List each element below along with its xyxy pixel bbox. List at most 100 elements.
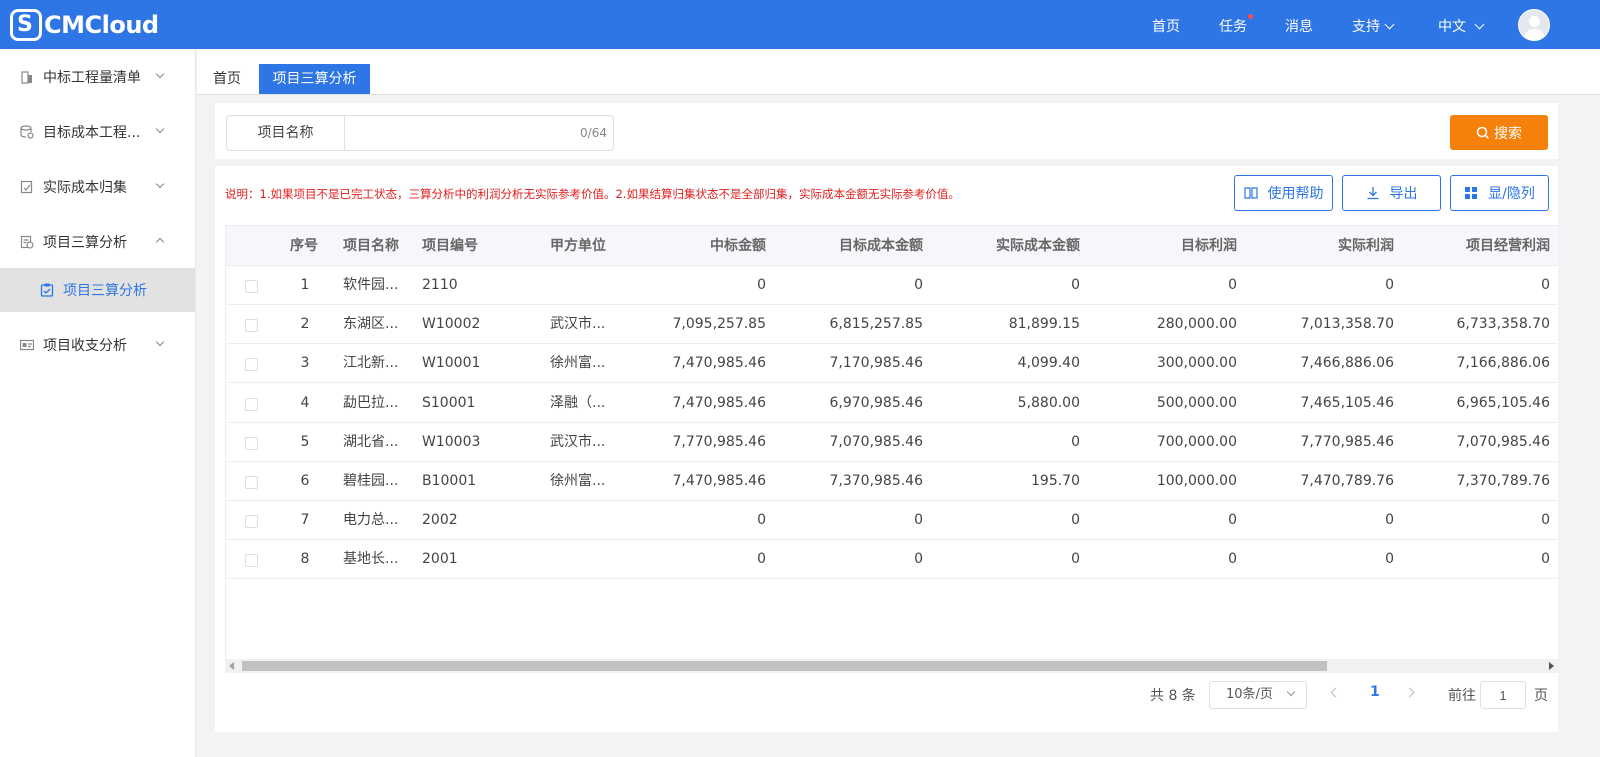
table-row[interactable]: 2 东湖区... W10002 武汉市... 7,095,257.85 6,815,257… <box>226 305 1558 345</box>
cell-operating-profit: 0 <box>1541 277 1550 293</box>
cell-actual-cost: 81,899.15 <box>1008 316 1080 333</box>
nav-messages[interactable]: 消息 <box>1285 16 1313 36</box>
row-checkbox[interactable] <box>245 476 258 489</box>
cell-actual-cost: 0 <box>1071 277 1080 293</box>
sidebar-item-label: 实际成本归集 <box>43 179 127 196</box>
submenu-item-label: 项目三算分析 <box>63 283 147 299</box>
id-card-icon <box>20 339 34 350</box>
scrollbar-thumb[interactable] <box>242 661 1327 671</box>
cell-actual-profit: 0 <box>1385 512 1394 529</box>
row-checkbox[interactable] <box>245 319 258 333</box>
cell-operating-profit: 0 <box>1541 551 1550 568</box>
sidebar-item-target-cost[interactable]: 目标成本工程... <box>0 104 195 159</box>
logo-mark-icon: S <box>10 9 42 41</box>
avatar[interactable] <box>1518 9 1550 41</box>
cell-project-name: 江北新... <box>343 355 399 372</box>
goto-page-input[interactable] <box>1480 681 1526 709</box>
cell-target-profit: 700,000.00 <box>1156 433 1237 450</box>
table-row[interactable]: 4 勐巴拉... S10001 泽融（... 7,470,985.46 6,970,985… <box>226 384 1558 423</box>
export-button[interactable]: 导出 <box>1342 175 1441 211</box>
chevron-up-icon <box>155 237 165 247</box>
search-button[interactable]: 搜索 <box>1450 115 1548 150</box>
notification-dot <box>1248 14 1253 19</box>
project-name-input[interactable] <box>346 116 566 150</box>
cell-index: 7 <box>300 512 310 529</box>
cell-operating-profit: 7,370,789.76 <box>1456 473 1550 489</box>
clipboard-check-icon <box>40 283 54 297</box>
col-header-actual-cost: 实际成本金额 <box>996 238 1080 254</box>
horizontal-scrollbar[interactable] <box>225 659 1558 673</box>
table-row[interactable]: 7 电力总... 2002 0 0 0 0 0 0 <box>226 501 1558 541</box>
row-checkbox[interactable] <box>245 280 258 293</box>
cell-project-code: W10003 <box>422 433 481 450</box>
table-row[interactable]: 1 软件园... 2110 0 0 0 0 0 0 <box>226 266 1558 305</box>
cell-actual-cost: 0 <box>1071 433 1080 450</box>
table-row[interactable]: 5 湖北省... W10003 武汉市... 7,770,985.46 7,070,985… <box>226 423 1558 462</box>
scroll-left-arrow-icon[interactable] <box>229 662 234 670</box>
table-row[interactable]: 6 碧桂园... B10001 徐州富... 7,470,985.46 7,370,985… <box>226 462 1558 501</box>
col-header-project-code: 项目编号 <box>422 238 478 254</box>
sidebar-item-label: 项目三算分析 <box>43 234 127 251</box>
sidebar: 中标工程量清单 目标成本工程... 实际成本归集 项目三算分析 项目三算分析 项… <box>0 49 196 757</box>
cell-bid-amount: 7,470,985.46 <box>672 394 766 411</box>
cell-project-code: W10002 <box>422 316 481 333</box>
total-count: 共 8 条 <box>1150 688 1196 704</box>
row-checkbox[interactable] <box>245 436 258 450</box>
char-counter: 0/64 <box>580 126 607 140</box>
row-checkbox[interactable] <box>245 515 258 529</box>
cell-project-code: 2110 <box>422 277 458 293</box>
cell-target-cost: 0 <box>914 551 923 568</box>
cell-bid-amount: 7,095,257.85 <box>672 316 766 333</box>
book-icon <box>1243 187 1258 199</box>
nav-language[interactable]: 中文 <box>1438 16 1485 36</box>
scroll-right-arrow-icon[interactable] <box>1549 662 1554 670</box>
col-header-target-cost: 目标成本金额 <box>839 238 923 254</box>
logo[interactable]: S CMCloud <box>10 8 159 42</box>
col-header-operating-profit: 项目经营利润 <box>1466 238 1550 254</box>
cell-party-a <box>550 501 620 540</box>
sidebar-item-income-expense[interactable]: 项目收支分析 <box>0 317 195 372</box>
cell-actual-cost: 0 <box>1071 512 1080 529</box>
chevron-down-icon <box>1286 687 1296 697</box>
cell-target-cost: 0 <box>914 277 923 293</box>
page-number-current[interactable]: 1 <box>1370 684 1380 700</box>
cell-target-cost: 0 <box>914 512 923 529</box>
nav-support[interactable]: 支持 <box>1352 16 1395 36</box>
sidebar-item-three-calc[interactable]: 项目三算分析 <box>0 214 195 269</box>
col-header-project-name: 项目名称 <box>343 238 399 254</box>
tab-three-calc-analysis[interactable]: 项目三算分析 <box>259 64 370 94</box>
help-button[interactable]: 使用帮助 <box>1234 175 1333 211</box>
cell-actual-profit: 7,013,358.70 <box>1300 316 1394 333</box>
row-checkbox[interactable] <box>245 358 258 372</box>
chevron-down-icon <box>1474 19 1485 30</box>
report-icon <box>20 235 34 249</box>
row-checkbox[interactable] <box>245 397 258 411</box>
table-row[interactable]: 8 基地长... 2001 0 0 0 0 0 0 <box>226 540 1558 580</box>
toggle-columns-button[interactable]: 显/隐列 <box>1450 175 1549 211</box>
nav-home[interactable]: 首页 <box>1152 16 1180 36</box>
cell-target-cost: 7,170,985.46 <box>829 355 923 372</box>
cell-project-name: 基地长... <box>343 551 399 568</box>
tab-bar: 首页 项目三算分析 <box>197 49 1600 95</box>
cell-party-a: 徐州富... <box>550 473 606 489</box>
tab-home[interactable]: 首页 <box>213 64 241 94</box>
building-icon <box>21 70 32 84</box>
cell-target-cost: 6,815,257.85 <box>829 316 923 333</box>
page-size-select[interactable]: 10条/页 <box>1209 681 1307 709</box>
row-checkbox[interactable] <box>245 554 258 568</box>
sidebar-item-bid-bill[interactable]: 中标工程量清单 <box>0 49 195 104</box>
prev-page-icon[interactable] <box>1330 687 1341 698</box>
nav-tasks[interactable]: 任务 <box>1219 14 1253 36</box>
col-header-actual-profit: 实际利润 <box>1338 238 1394 254</box>
submenu-item-three-calc[interactable]: 项目三算分析 <box>0 268 195 312</box>
cell-actual-profit: 7,466,886.06 <box>1300 355 1394 372</box>
next-page-icon[interactable] <box>1404 687 1415 698</box>
table-row[interactable]: 3 江北新... W10001 徐州富... 7,470,985.46 7,170,985… <box>226 344 1558 384</box>
project-name-field: 项目名称 0/64 <box>226 115 614 151</box>
cell-bid-amount: 7,470,985.46 <box>672 355 766 372</box>
cell-party-a: 泽融（... <box>550 394 606 411</box>
cell-bid-amount: 7,770,985.46 <box>672 433 766 450</box>
sidebar-item-actual-cost[interactable]: 实际成本归集 <box>0 159 195 214</box>
cell-operating-profit: 0 <box>1541 512 1550 529</box>
cell-target-cost: 7,370,985.46 <box>829 473 923 489</box>
